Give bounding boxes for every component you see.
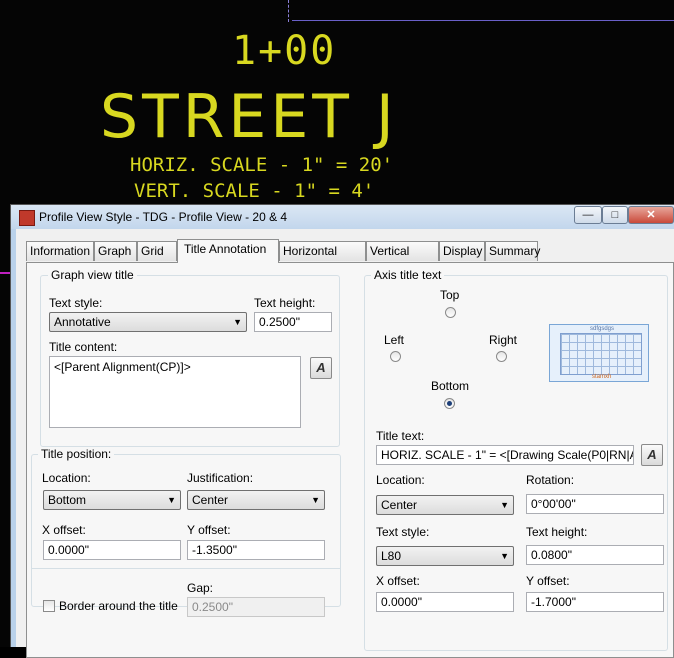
graph-view-title-label: Graph view title (48, 268, 137, 282)
chevron-down-icon: ▼ (500, 500, 509, 510)
axis-location-label: Location: (376, 473, 425, 487)
title-annotation-panel: Graph view title Text style: Annotative … (26, 262, 674, 658)
location-dropdown[interactable]: Bottom ▼ (43, 490, 181, 510)
cad-street-title: STREET J (100, 82, 398, 152)
minimize-button[interactable]: — (574, 206, 602, 224)
tab-title-annotation[interactable]: Title Annotation (177, 239, 279, 263)
axis-x-offset-field[interactable]: 0.0000" (376, 592, 514, 612)
graph-view-title-group: Graph view title Text style: Annotative … (40, 268, 340, 447)
cad-station-label: 1+00 (232, 28, 337, 74)
axis-location-dropdown[interactable]: Center ▼ (376, 495, 514, 515)
profile-view-style-dialog: Profile View Style - TDG - Profile View … (10, 204, 674, 658)
preview-grid (560, 333, 642, 375)
dialog-titlebar[interactable]: Profile View Style - TDG - Profile View … (11, 205, 674, 229)
title-text-field[interactable]: HORIZ. SCALE - 1" = <[Drawing Scale(P0|R… (376, 445, 634, 465)
axis-title-text-group: Axis title text Top Left Right Bottom sd… (364, 268, 668, 651)
left-radio[interactable] (390, 351, 401, 362)
axis-y-offset-label: Y offset: (526, 574, 570, 588)
x-offset-field[interactable]: 0.0000" (43, 540, 181, 560)
tab-grid[interactable]: Grid (137, 241, 177, 261)
right-label: Right (489, 333, 518, 347)
app-icon (19, 210, 35, 226)
tab-information[interactable]: Information (26, 241, 94, 261)
cad-grid-line (292, 20, 674, 21)
axis-x-offset-label: X offset: (376, 574, 420, 588)
cad-dashed-line (288, 0, 289, 22)
title-content-label: Title content: (49, 340, 118, 354)
top-label: Top (440, 288, 460, 302)
text-editor-icon[interactable]: A (310, 357, 332, 379)
rotation-label: Rotation: (526, 473, 575, 487)
axis-preview-image: sdfgsdgs stamxh (549, 324, 649, 382)
axis-title-text-label: Axis title text (371, 268, 445, 282)
title-position-group: Title position: Location: Bottom ▼ Justi… (31, 447, 341, 617)
justification-label: Justification: (187, 471, 254, 485)
gap-field[interactable]: 0.2500" (187, 597, 325, 617)
right-radio[interactable] (496, 351, 507, 362)
title-content-textarea[interactable]: <[Parent Alignment(CP)]> (49, 356, 301, 428)
cad-magenta-line (0, 272, 10, 274)
text-style-label: Text style: (49, 296, 103, 310)
chevron-down-icon: ▼ (167, 495, 176, 505)
border-label: Border around the title (59, 599, 178, 613)
cad-vert-scale: VERT. SCALE - 1" = 4' (134, 180, 375, 202)
dialog-body: Information Graph Grid Title Annotation … (16, 229, 674, 658)
tab-graph[interactable]: Graph (94, 241, 137, 261)
text-style-dropdown[interactable]: Annotative ▼ (49, 312, 247, 332)
chevron-down-icon: ▼ (233, 317, 242, 327)
location-label: Location: (42, 471, 91, 485)
text-height-label: Text height: (254, 296, 316, 310)
bottom-label: Bottom (431, 379, 470, 393)
gap-label: Gap: (187, 581, 214, 595)
y-offset-field[interactable]: -1.3500" (187, 540, 325, 560)
bottom-radio[interactable] (444, 398, 455, 409)
rotation-field[interactable]: 0°00'00" (526, 494, 664, 514)
top-radio[interactable] (445, 307, 456, 318)
tab-display[interactable]: Display (439, 241, 485, 261)
axis-text-height-label: Text height: (526, 525, 588, 539)
chevron-down-icon: ▼ (311, 495, 320, 505)
maximize-button[interactable]: □ (602, 206, 628, 224)
left-label: Left (384, 333, 405, 347)
x-offset-label: X offset: (42, 523, 86, 537)
chevron-down-icon: ▼ (500, 551, 509, 561)
tab-vertical-axes[interactable]: Vertical Axes (366, 241, 439, 277)
axis-text-style-dropdown[interactable]: L80 ▼ (376, 546, 514, 566)
tab-horizontal-axes[interactable]: Horizontal Axes (279, 241, 366, 277)
close-button[interactable]: ✕ (628, 206, 674, 224)
tab-summary[interactable]: Summary (485, 241, 540, 261)
axis-text-height-field[interactable]: 0.0800" (526, 545, 664, 565)
title-position-label: Title position: (38, 447, 115, 461)
text-height-field[interactable]: 0.2500" (254, 312, 332, 332)
border-checkbox[interactable] (43, 600, 55, 612)
cad-horiz-scale: HORIZ. SCALE - 1" = 20' (130, 154, 394, 176)
justification-dropdown[interactable]: Center ▼ (187, 490, 325, 510)
dialog-title: Profile View Style - TDG - Profile View … (39, 210, 288, 224)
text-editor-icon[interactable]: A (641, 444, 663, 466)
axis-text-style-label: Text style: (376, 525, 430, 539)
divider (32, 568, 340, 569)
title-text-label: Title text: (376, 429, 425, 443)
y-offset-label: Y offset: (187, 523, 231, 537)
axis-y-offset-field[interactable]: -1.7000" (526, 592, 664, 612)
